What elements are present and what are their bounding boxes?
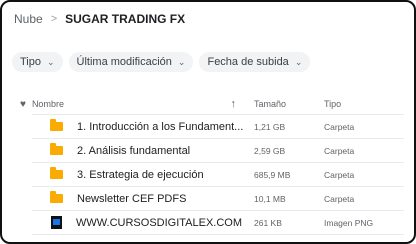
image-file-icon — [51, 216, 62, 229]
breadcrumb-root-link[interactable]: Nube — [14, 12, 43, 26]
file-size: 2,59 GB — [254, 145, 286, 156]
file-type: Carpeta — [324, 145, 355, 156]
file-name[interactable]: 2. Análisis fundamental — [77, 145, 245, 157]
breadcrumb-separator-icon: > — [50, 13, 58, 25]
file-name[interactable]: Newsletter CEF PDFS — [77, 193, 245, 205]
row-name-cell: 1. Introducción a los Fundament... — [32, 119, 254, 133]
folder-icon — [50, 119, 63, 131]
file-type: Carpeta — [324, 121, 355, 132]
favorite-heart-icon[interactable]: ♥ — [20, 99, 26, 110]
row-name-cell: 3. Estrategia de ejecución — [32, 167, 254, 181]
file-name[interactable]: WWW.CURSOSDIGITALEX.COM .... — [76, 217, 244, 229]
row-name-cell: WWW.CURSOSDIGITALEX.COM .... — [32, 216, 254, 229]
table-row[interactable]: 1. Introducción a los Fundament... 1,21 … — [32, 115, 404, 139]
filter-bar: Tipo ⌄ Última modificación ⌄ Fecha de su… — [12, 52, 311, 72]
folder-icon — [50, 191, 63, 203]
table-row[interactable]: 2. Análisis fundamental 2,59 GB Carpeta — [32, 139, 404, 163]
filter-upload-date-label: Fecha de subida — [207, 56, 289, 68]
file-table: ♥ Nombre ↑ Tamaño Tipo 1. Introducción a… — [20, 94, 404, 235]
header-size-column[interactable]: Tamaño — [254, 99, 324, 109]
breadcrumb-current-folder: SUGAR TRADING FX — [65, 12, 186, 26]
filter-modified-label: Última modificación — [76, 56, 172, 68]
breadcrumb: Nube > SUGAR TRADING FX — [14, 12, 185, 26]
folder-icon — [50, 167, 63, 179]
row-name-cell: 2. Análisis fundamental — [32, 143, 254, 157]
folder-icon — [50, 143, 63, 155]
header-name-label: Nombre — [31, 99, 64, 109]
file-size: 261 KB — [254, 217, 282, 228]
row-name-cell: Newsletter CEF PDFS — [32, 191, 254, 205]
filter-upload-date-dropdown[interactable]: Fecha de subida ⌄ — [199, 52, 311, 72]
sort-ascending-icon[interactable]: ↑ — [231, 98, 237, 110]
table-row[interactable]: Newsletter CEF PDFS 10,1 MB Carpeta — [32, 187, 404, 211]
file-type: Carpeta — [324, 169, 355, 180]
file-name[interactable]: 1. Introducción a los Fundament... — [77, 121, 245, 133]
filter-type-dropdown[interactable]: Tipo ⌄ — [12, 52, 63, 72]
file-type: Imagen PNG — [324, 217, 374, 228]
filter-modified-dropdown[interactable]: Última modificación ⌄ — [68, 52, 194, 72]
chevron-down-icon: ⌄ — [47, 56, 55, 67]
filter-type-label: Tipo — [20, 56, 41, 68]
table-header: ♥ Nombre ↑ Tamaño Tipo — [20, 94, 404, 115]
header-type-column[interactable]: Tipo — [324, 99, 404, 109]
file-size: 685,9 MB — [254, 169, 291, 180]
header-name-column[interactable]: ♥ Nombre ↑ — [20, 98, 254, 110]
table-row[interactable]: WWW.CURSOSDIGITALEX.COM .... 261 KB Imag… — [32, 211, 404, 235]
file-browser-window: Nube > SUGAR TRADING FX Tipo ⌄ Última mo… — [0, 0, 416, 244]
file-size: 1,21 GB — [254, 121, 286, 132]
chevron-down-icon: ⌄ — [294, 56, 303, 67]
file-type: Carpeta — [324, 193, 355, 204]
file-size: 10,1 MB — [254, 193, 286, 204]
table-row[interactable]: 3. Estrategia de ejecución 685,9 MB Carp… — [32, 163, 404, 187]
chevron-down-icon: ⌄ — [177, 56, 186, 67]
file-name[interactable]: 3. Estrategia de ejecución — [77, 169, 245, 181]
